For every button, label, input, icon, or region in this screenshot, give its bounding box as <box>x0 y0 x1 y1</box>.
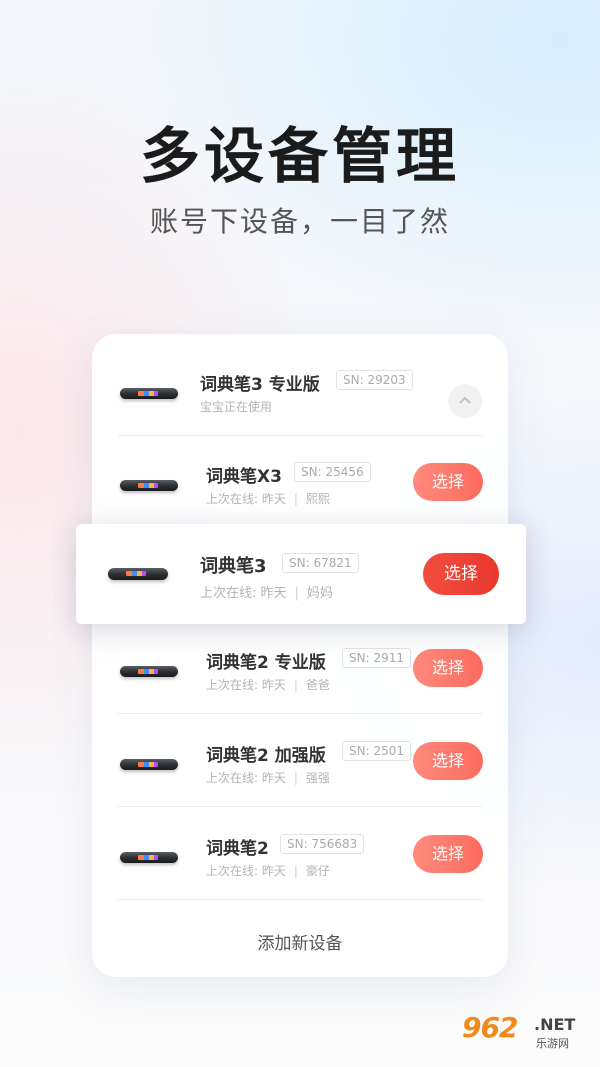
separator: | <box>293 492 298 506</box>
device-user: 强强 <box>305 771 330 785</box>
add-device-button[interactable]: 添加新设备 <box>92 929 508 954</box>
pen-device-icon <box>120 759 178 770</box>
device-name: 词典笔3 专业版 <box>200 375 320 395</box>
select-button[interactable]: 选择 <box>413 463 483 501</box>
watermark-number: 962 <box>462 1011 518 1044</box>
watermark-logo: 962 .NET 乐游网 <box>462 1007 594 1053</box>
watermark-suffix: .NET <box>534 1015 576 1034</box>
device-sn: SN: 25456 <box>294 462 371 482</box>
device-meta: 上次在线: 昨天 | 爸爸 <box>206 676 330 693</box>
device-row: 词典笔2 专业版 SN: 2911 上次在线: 昨天 | 爸爸 选择 <box>92 622 508 714</box>
watermark-sub: 乐游网 <box>536 1037 569 1050</box>
device-name: 词典笔X3 <box>206 467 282 487</box>
device-row-current: 词典笔3 专业版 SN: 29203 宝宝正在使用 <box>92 344 508 436</box>
pen-device-icon <box>120 852 178 863</box>
last-online: 上次在线: 昨天 <box>206 492 286 506</box>
device-sn: SN: 67821 <box>282 553 359 573</box>
separator: | <box>293 771 298 785</box>
device-user: 妈妈 <box>306 586 333 601</box>
device-row-highlighted: 词典笔3 SN: 67821 上次在线: 昨天 | 妈妈 选择 <box>76 524 526 624</box>
divider <box>118 806 482 807</box>
last-online: 上次在线: 昨天 <box>206 864 286 878</box>
device-status: 宝宝正在使用 <box>200 400 273 414</box>
select-button[interactable]: 选择 <box>413 835 483 873</box>
separator: | <box>293 678 298 692</box>
device-sn: SN: 2911 <box>342 648 411 668</box>
separator: | <box>294 586 299 601</box>
device-meta: 上次在线: 昨天 | 强强 <box>206 769 330 786</box>
last-online: 上次在线: 昨天 <box>206 771 286 785</box>
device-list-card: 词典笔3 专业版 SN: 29203 宝宝正在使用 词典笔X3 SN: 2545… <box>92 334 508 977</box>
device-user: 熙熙 <box>305 492 330 506</box>
select-button[interactable]: 选择 <box>413 742 483 780</box>
device-name: 词典笔2 加强版 <box>206 746 326 766</box>
device-meta: 上次在线: 昨天 | 豪仔 <box>206 862 330 879</box>
device-row: 词典笔X3 SN: 25456 上次在线: 昨天 | 熙熙 选择 <box>92 436 508 528</box>
device-user: 爸爸 <box>305 678 330 692</box>
device-row: 词典笔2 SN: 756683 上次在线: 昨天 | 豪仔 选择 <box>92 808 508 900</box>
pen-device-icon <box>120 666 178 677</box>
divider <box>118 899 482 900</box>
device-user: 豪仔 <box>305 864 330 878</box>
pen-device-icon <box>120 388 178 399</box>
device-name: 词典笔2 <box>206 839 269 859</box>
device-sn: SN: 29203 <box>336 370 413 390</box>
last-online: 上次在线: 昨天 <box>206 678 286 692</box>
pen-device-icon <box>120 480 178 491</box>
last-online: 上次在线: 昨天 <box>200 586 287 601</box>
device-sn: SN: 756683 <box>280 834 365 854</box>
device-sn: SN: 2501 <box>342 741 411 761</box>
separator: | <box>293 864 298 878</box>
select-button[interactable]: 选择 <box>413 649 483 687</box>
device-name: 词典笔2 专业版 <box>206 653 326 673</box>
device-meta: 上次在线: 昨天 | 熙熙 <box>206 490 330 507</box>
device-name: 词典笔3 <box>200 556 267 577</box>
pen-device-icon <box>108 568 168 580</box>
divider <box>118 713 482 714</box>
device-row: 词典笔2 加强版 SN: 2501 上次在线: 昨天 | 强强 选择 <box>92 715 508 807</box>
chevron-up-icon[interactable] <box>448 384 482 418</box>
device-meta: 上次在线: 昨天 | 妈妈 <box>200 582 333 601</box>
page-subtitle: 账号下设备，一目了然 <box>149 205 450 238</box>
page-title: 多设备管理 <box>140 122 460 192</box>
select-button[interactable]: 选择 <box>423 553 499 595</box>
